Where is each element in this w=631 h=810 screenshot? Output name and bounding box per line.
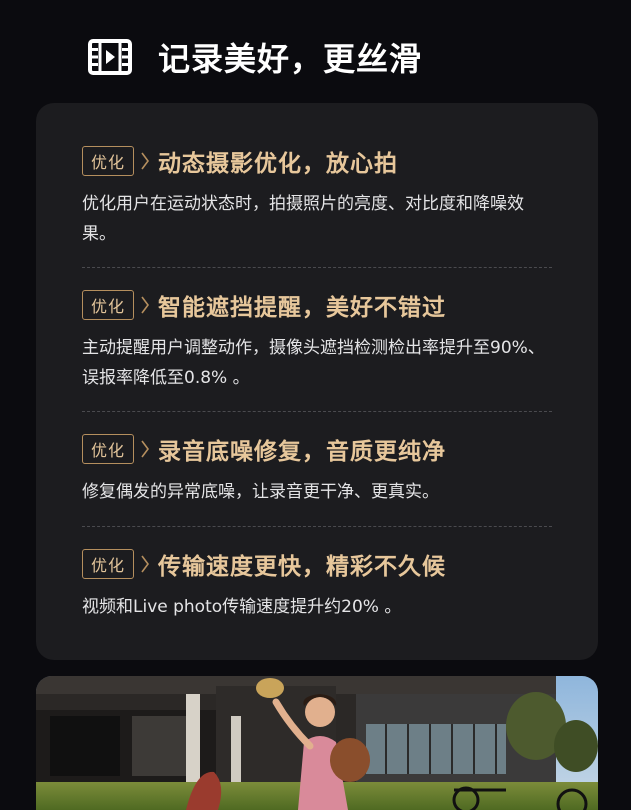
feature-title: 录音底噪修复，音质更纯净 [158, 439, 447, 465]
page-title: 记录美好，更丝滑 [158, 40, 423, 78]
divider [82, 411, 552, 412]
feature-item: 优化 录音底噪修复，音质更纯净 修复偶发的异常底噪，让录音更干净、更真实。 [82, 432, 552, 507]
chevron-right-icon [141, 152, 150, 170]
feature-item: 优化 动态摄影优化，放心拍 优化用户在运动状态时，拍摄照片的亮度、对比度和降噪效… [82, 144, 552, 249]
optimize-badge: 优化 [82, 146, 135, 176]
feature-title: 传输速度更快，精彩不久候 [158, 554, 447, 580]
divider [82, 526, 552, 527]
optimize-badge: 优化 [82, 290, 135, 320]
feature-title: 动态摄影优化，放心拍 [158, 151, 399, 177]
film-icon [88, 39, 132, 75]
chevron-right-icon [141, 555, 150, 573]
feature-description: 优化用户在运动状态时，拍摄照片的亮度、对比度和降噪效果。 [82, 194, 524, 244]
sample-photo [36, 676, 598, 810]
feature-item: 优化 传输速度更快，精彩不久候 视频和Live photo传输速度提升约20% … [82, 547, 552, 622]
feature-title: 智能遮挡提醒，美好不错过 [158, 295, 447, 321]
feature-description: 修复偶发的异常底噪，让录音更干净、更真实。 [82, 482, 439, 502]
optimize-badge: 优化 [82, 434, 135, 464]
feature-description: 视频和Live photo传输速度提升约20% 。 [82, 597, 402, 617]
chevron-right-icon [141, 440, 150, 458]
photo-illustration [36, 676, 598, 810]
optimize-badge: 优化 [82, 549, 135, 579]
feature-item: 优化 智能遮挡提醒，美好不错过 主动提醒用户调整动作，摄像头遮挡检测检出率提升至… [82, 288, 552, 393]
divider [82, 267, 552, 268]
feature-description: 主动提醒用户调整动作，摄像头遮挡检测检出率提升至90%、误报率降低至0.8% 。 [82, 338, 545, 388]
section-header: 记录美好，更丝滑 [88, 34, 422, 80]
chevron-right-icon [141, 296, 150, 314]
feature-card: 优化 动态摄影优化，放心拍 优化用户在运动状态时，拍摄照片的亮度、对比度和降噪效… [36, 103, 598, 660]
